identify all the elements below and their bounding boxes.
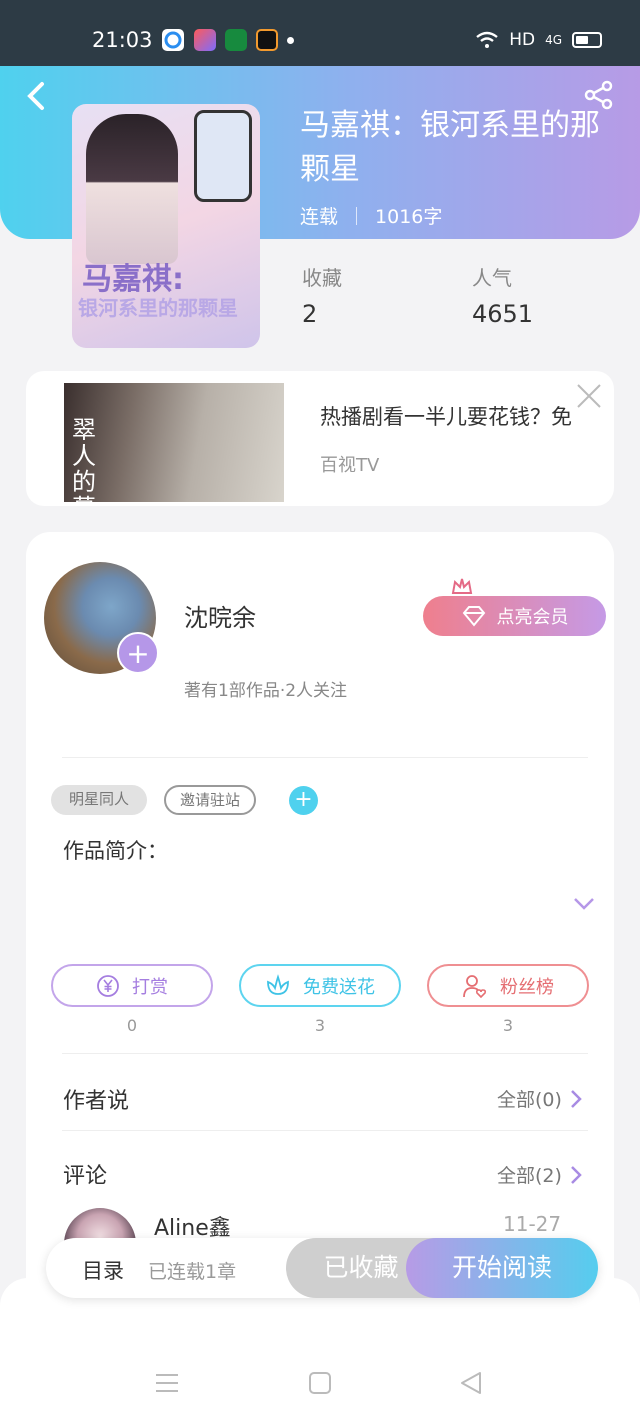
yen-icon [97,974,119,997]
back-icon[interactable] [458,1370,484,1396]
cover-person [86,114,178,264]
fans-count: 3 [502,1016,514,1035]
plus-icon[interactable]: + [289,786,318,815]
comments-more[interactable]: 全部(2) [497,1161,582,1188]
word-count: 1016字 [375,206,443,228]
author-says-title: 作者说 [63,1089,130,1114]
popularity-label: 人气 [472,266,512,290]
comments-title: 评论 [63,1164,108,1189]
tag-invite[interactable]: 邀请驻站 [164,785,256,815]
comment-date: 11-27 [503,1212,562,1236]
chevron-right-icon [571,1089,582,1108]
app-icon [194,29,216,51]
author-says-more[interactable]: 全部(0) [497,1085,582,1112]
signal-icon: 4G [545,33,562,47]
status-time: 21:03 [92,28,153,52]
oppo-icon [225,29,247,51]
popularity-value: 4651 [472,300,534,328]
author-stats: 著有1部作品·2人关注 [184,681,348,701]
ad-thumbnail: 翠人的幕 [64,383,284,502]
divider [62,1130,588,1131]
battery-icon [572,32,602,48]
system-nav-bar [0,1352,640,1412]
close-icon[interactable] [576,383,602,415]
cover-title-line1: 马嘉祺: [82,262,184,297]
ad-thumb-text: 翠人的幕 [72,416,96,502]
plus-icon[interactable]: + [117,632,159,674]
status-bar: 21:03 HD 4G [0,0,640,66]
ad-headline: 热播剧看一半儿要花钱？免 [320,405,572,429]
notification-dot [287,37,294,44]
divider [62,757,588,758]
divider [62,1053,588,1054]
app-icon-2 [256,29,278,51]
fans-ranking-button[interactable]: 粉丝榜 [427,964,589,1007]
start-reading-button[interactable]: 开始阅读 [406,1238,598,1298]
book-cover[interactable]: 马嘉祺: 银河系里的那颗星 [72,104,260,348]
book-status: 连载 [300,206,339,228]
flower-icon [267,973,289,995]
user-heart-icon [463,974,487,998]
wifi-icon [476,31,498,48]
book-meta: 连载 1016字 [300,202,442,229]
menu-icon[interactable] [154,1372,180,1394]
ad-source: 百视TV [320,455,380,476]
vip-button[interactable]: 点亮会员 [423,596,606,636]
cover-phone [194,110,252,202]
chevron-right-icon [571,1165,582,1184]
meta-separator [356,206,358,225]
toc-button[interactable]: 目录 [82,1255,124,1285]
author-name[interactable]: 沈晥余 [184,598,256,633]
ad-banner[interactable]: 翠人的幕 热播剧看一半儿要花钱？免 百视TV [26,371,614,506]
comments-more-label: 全部(2) [497,1165,562,1187]
browser-icon [162,29,184,51]
diamond-icon [462,606,485,627]
intro-label: 作品简介： [63,839,168,863]
fans-label: 粉丝榜 [500,976,554,998]
favorites-label: 收藏 [302,266,342,290]
home-icon[interactable] [308,1371,332,1395]
book-title: 马嘉祺：银河系里的那颗星 [300,108,600,187]
chevron-down-icon[interactable] [572,896,596,916]
favorites-value: 2 [302,300,318,328]
cover-title-line2: 银河系里的那颗星 [78,296,238,320]
network-label: HD [509,30,536,50]
author-says-more-label: 全部(0) [497,1089,562,1111]
tag-genre[interactable]: 明星同人 [51,785,147,815]
flower-label: 免费送花 [303,976,375,998]
flower-button[interactable]: 免费送花 [239,964,401,1007]
flower-count: 3 [314,1016,326,1035]
back-arrow-icon[interactable] [24,80,48,120]
status-right: HD 4G [475,30,602,50]
reward-button[interactable]: 打赏 [51,964,213,1007]
reward-label: 打赏 [132,976,168,998]
vip-label: 点亮会员 [496,607,569,628]
reward-count: 0 [126,1016,138,1035]
chapter-count: 已连载1章 [148,1261,237,1283]
